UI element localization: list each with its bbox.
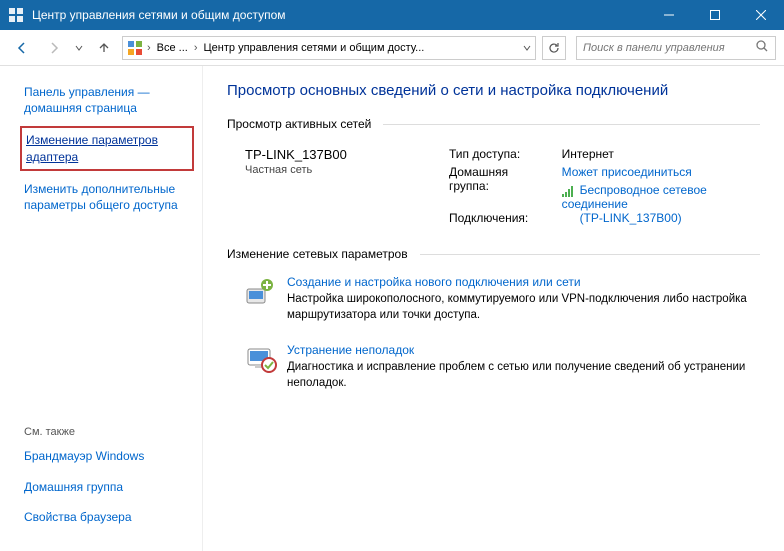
troubleshoot-icon: [245, 343, 277, 375]
network-name: TP-LINK_137B00: [245, 147, 425, 162]
chevron-down-icon[interactable]: [521, 37, 533, 59]
close-button[interactable]: [738, 0, 784, 30]
up-button[interactable]: [90, 34, 118, 62]
active-networks-header: Просмотр активных сетей: [227, 117, 760, 131]
titlebar: Центр управления сетями и общим доступом: [0, 0, 784, 30]
label-homegroup: Домашняя группа:: [449, 165, 544, 193]
task-troubleshoot: Устранение неполадок Диагностика и испра…: [227, 337, 760, 405]
breadcrumb-icon: [125, 40, 145, 56]
minimize-button[interactable]: [646, 0, 692, 30]
sidebar-advanced-link[interactable]: Изменить дополнительные параметры общего…: [24, 181, 190, 213]
network-type: Частная сеть: [245, 164, 425, 176]
new-connection-icon: [245, 275, 277, 307]
back-button[interactable]: [8, 34, 36, 62]
homegroup-link[interactable]: Может присоединиться: [562, 165, 692, 179]
breadcrumb-seg-all[interactable]: Все ...: [153, 37, 192, 59]
wifi-signal-icon: [562, 185, 576, 197]
search-icon: [755, 39, 769, 56]
forward-button[interactable]: [40, 34, 68, 62]
value-access: Интернет: [562, 147, 760, 161]
breadcrumb-seg-current[interactable]: Центр управления сетями и общим досту...: [200, 37, 429, 59]
chevron-right-icon[interactable]: ›: [145, 37, 153, 59]
sidebar-adapter-link[interactable]: Изменение параметров адаптера: [26, 133, 158, 163]
see-also-header: См. также: [24, 426, 190, 438]
toolbar: › Все ... › Центр управления сетями и об…: [0, 30, 784, 66]
breadcrumb[interactable]: › Все ... › Центр управления сетями и об…: [122, 36, 536, 60]
sidebar-firewall-link[interactable]: Брандмауэр Windows: [24, 448, 190, 464]
task-new-connection: Создание и настройка нового подключения …: [227, 269, 760, 337]
history-dropdown[interactable]: [72, 34, 86, 62]
page-title: Просмотр основных сведений о сети и наст…: [227, 82, 760, 99]
label-connections: Подключения:: [449, 211, 544, 225]
task-new-connection-link[interactable]: Создание и настройка нового подключения …: [287, 275, 760, 289]
task-new-connection-desc: Настройка широкополосного, коммутируемог…: [287, 292, 760, 323]
main-content: Просмотр основных сведений о сети и наст…: [203, 66, 784, 551]
sidebar-home-link[interactable]: Панель управления — домашняя страница: [24, 84, 190, 116]
task-troubleshoot-link[interactable]: Устранение неполадок: [287, 343, 760, 357]
sidebar-browser-link[interactable]: Свойства браузера: [24, 509, 190, 525]
refresh-button[interactable]: [542, 36, 566, 60]
app-icon: [8, 7, 24, 23]
label-access: Тип доступа:: [449, 147, 544, 161]
search-input[interactable]: [583, 42, 755, 54]
connection-link[interactable]: Беспроводное сетевое соединение: [562, 183, 707, 211]
chevron-right-icon[interactable]: ›: [192, 37, 200, 59]
sidebar: Панель управления — домашняя страница Из…: [0, 66, 203, 551]
network-block: TP-LINK_137B00 Частная сеть Тип доступа:…: [227, 139, 760, 247]
task-troubleshoot-desc: Диагностика и исправление проблем с сеть…: [287, 360, 760, 391]
change-settings-header: Изменение сетевых параметров: [227, 247, 760, 261]
highlight-annotation: Изменение параметров адаптера: [20, 126, 194, 170]
maximize-button[interactable]: [692, 0, 738, 30]
window-title: Центр управления сетями и общим доступом: [32, 8, 646, 22]
search-box[interactable]: [576, 36, 776, 60]
sidebar-homegroup-link[interactable]: Домашняя группа: [24, 479, 190, 495]
connection-link-sub[interactable]: (TP-LINK_137B00): [580, 211, 682, 225]
